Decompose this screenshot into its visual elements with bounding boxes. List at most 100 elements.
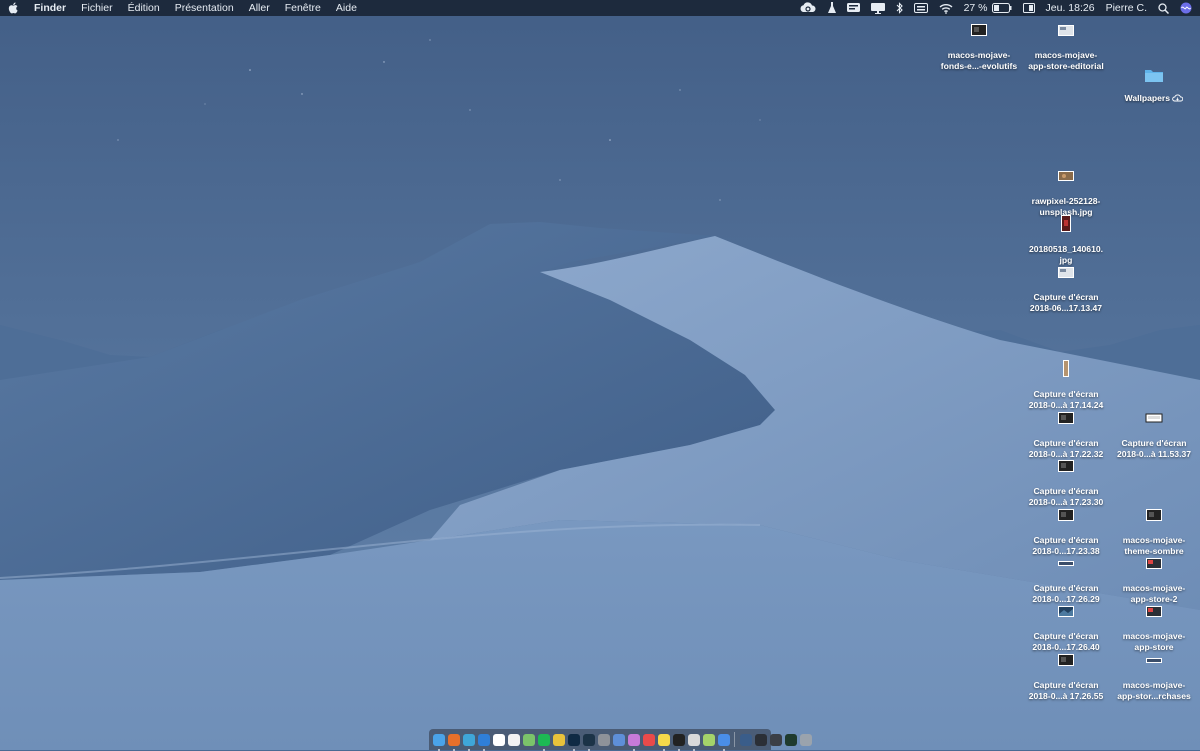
desktop-icon[interactable]: macos-mojave-app-store (1109, 601, 1199, 653)
keyboard-icon[interactable] (913, 3, 928, 13)
file-thumbnail-icon (1109, 553, 1199, 578)
desktop-icon-label-line1: 20180518_140610. (1028, 244, 1104, 254)
desktop-icon-label-line1: macos-mojave- (1122, 680, 1186, 690)
desktop-icon-label-line2: fonds-e...-evolutifs (940, 61, 1018, 71)
siri-icon[interactable] (1180, 2, 1192, 14)
apple-icon[interactable] (8, 2, 18, 14)
menu-presentation[interactable]: Présentation (175, 0, 234, 16)
desktop-icon[interactable]: macos-mojave-app-store-editorial (1021, 20, 1111, 72)
desktop-icon[interactable]: Wallpapers (1109, 67, 1199, 104)
wifi-icon[interactable] (939, 3, 953, 14)
desktop-icon-label-line1: Capture d'écran (1033, 292, 1099, 302)
desktop-icon-label: Capture d'écran 2018-06...17.13.47 (1021, 292, 1111, 314)
file-thumbnail-icon (1021, 553, 1111, 578)
desktop-icon[interactable]: macos-mojave-theme-sombre (1109, 505, 1199, 557)
desktop-icon[interactable]: 20180518_140610. jpg (1021, 214, 1111, 266)
desktop-icon[interactable]: Capture d'écran 2018-0...17.23.38 (1021, 505, 1111, 557)
dock-chrome-icon[interactable] (462, 733, 475, 751)
desktop-icon-label-line1: Capture d'écran (1033, 486, 1099, 496)
desktop-icon[interactable]: Capture d'écran 2018-0...à 11.53.37 (1109, 408, 1199, 460)
battery-percent[interactable]: 27 % (964, 0, 988, 16)
desktop-icon[interactable]: macos-mojave-fonds-e...-evolutifs (934, 20, 1024, 72)
file-thumbnail-icon (1109, 408, 1199, 433)
menu-aller[interactable]: Aller (249, 0, 270, 16)
notification-icon[interactable] (846, 2, 860, 14)
menu-aide[interactable]: Aide (336, 0, 357, 16)
menu-fichier[interactable]: Fichier (81, 0, 113, 16)
dock-maps-icon[interactable] (522, 733, 535, 746)
dock-notes-icon[interactable] (657, 733, 670, 751)
dock-photoshop-icon[interactable] (567, 733, 580, 751)
dock-calendar-icon[interactable] (507, 733, 520, 746)
dock-separator (734, 732, 735, 747)
input-source-icon[interactable] (1022, 3, 1035, 13)
dock-itunes-icon[interactable] (627, 733, 640, 751)
dock-recent-doc-3-icon[interactable] (784, 733, 797, 746)
desktop-icon-label-line2: app-stor...rchases (1117, 691, 1191, 701)
desktop-icon-label-line1: macos-mojave- (1122, 631, 1186, 641)
folder-icon (1109, 67, 1199, 88)
clock[interactable]: Jeu. 18:26 (1046, 0, 1095, 16)
file-thumbnail-icon (1021, 456, 1111, 481)
desktop-icon-label-line1: macos-mojave- (1122, 535, 1186, 545)
desktop-icon-label-line2: 2018-0...à 11.53.37 (1116, 449, 1192, 459)
dock-spotify-icon[interactable] (537, 733, 550, 751)
menu-edition[interactable]: Édition (128, 0, 160, 16)
dock-simulator-icon[interactable] (612, 733, 625, 746)
dock-downloads-stack-icon[interactable] (739, 733, 752, 746)
user-name[interactable]: Pierre C. (1106, 0, 1147, 16)
icloud-download-icon (1170, 93, 1184, 103)
desktop-icon[interactable]: macos-mojave-app-store-2 (1109, 553, 1199, 605)
dock-xcode-icon[interactable] (717, 733, 730, 751)
desktop-icon-label-line2: 2018-06...17.13.47 (1029, 303, 1103, 313)
desktop-icon[interactable]: macos-mojave-app-stor...rchases (1109, 650, 1199, 702)
desktop-icon[interactable]: Capture d'écran 2018-0...17.26.29 (1021, 553, 1111, 605)
dock-recent-doc-2-icon[interactable] (769, 733, 782, 746)
bluetooth-icon[interactable] (896, 2, 903, 14)
file-thumbnail-icon (1021, 214, 1111, 239)
menu-bar: Finder Fichier Édition Présentation Alle… (0, 0, 1200, 16)
desktop-icon-label-line2: 2018-0...à 17.26.55 (1028, 691, 1104, 701)
desktop-icon[interactable]: Capture d'écran 2018-06...17.13.47 (1021, 262, 1111, 314)
dock-preview-icon[interactable] (687, 733, 700, 751)
desktop-icon-label-line1: Capture d'écran (1033, 389, 1099, 399)
desktop-icon-label-line1: Capture d'écran (1033, 535, 1099, 545)
dock (429, 729, 812, 751)
spotlight-icon[interactable] (1158, 2, 1169, 14)
dock-safari-icon[interactable] (477, 733, 490, 751)
dock-lightroom-icon[interactable] (582, 733, 595, 751)
flask-icon[interactable] (827, 2, 836, 14)
menu-fenetre[interactable]: Fenêtre (285, 0, 321, 16)
file-thumbnail-icon (1021, 650, 1111, 675)
dock-recent-doc-1-icon[interactable] (754, 733, 767, 746)
file-thumbnail-icon (1021, 601, 1111, 626)
desktop-icon[interactable]: Capture d'écran 2018-0...à 17.14.24 (1021, 359, 1111, 411)
dock-terminal-icon[interactable] (672, 733, 685, 751)
dock-transmit-icon[interactable] (552, 733, 565, 746)
file-thumbnail-icon (1021, 408, 1111, 433)
menu-app-finder[interactable]: Finder (34, 0, 66, 16)
desktop-icon[interactable]: rawpixel-252128- unsplash.jpg (1021, 166, 1111, 218)
desktop-icon-label-line1: Capture d'écran (1121, 438, 1187, 448)
desktop-icon-label-line1: Wallpapers (1124, 93, 1171, 103)
dock-finder-icon[interactable] (432, 733, 445, 751)
desktop-icon[interactable]: Capture d'écran 2018-0...à 17.22.32 (1021, 408, 1111, 460)
desktop-icon[interactable]: Capture d'écran 2018-0...17.26.40 (1021, 601, 1111, 653)
dock-trash-icon[interactable] (799, 733, 812, 746)
desktop-icon-label: macos-mojave-app-stor...rchases (1109, 680, 1199, 702)
dock-firefox-icon[interactable] (447, 733, 460, 751)
battery-icon[interactable] (991, 3, 1012, 13)
menu-bar-left: Finder Fichier Édition Présentation Alle… (8, 0, 372, 16)
file-thumbnail-icon (1021, 505, 1111, 530)
dock-activity-monitor-icon[interactable] (702, 733, 715, 746)
desktop-icon[interactable]: Capture d'écran 2018-0...à 17.23.30 (1021, 456, 1111, 508)
dock-system-preferences-icon[interactable] (597, 733, 610, 746)
desktop-icon[interactable]: Capture d'écran 2018-0...à 17.26.55 (1021, 650, 1111, 702)
dock-photos-icon[interactable] (642, 733, 655, 746)
file-thumbnail-icon (1021, 262, 1111, 287)
display-mirroring-icon[interactable] (870, 2, 885, 14)
file-thumbnail-icon (1109, 650, 1199, 675)
dock-app-store-icon[interactable] (492, 733, 505, 746)
desktop-icon-label-line1: Capture d'écran (1033, 631, 1099, 641)
creative-cloud-icon[interactable] (799, 2, 817, 14)
